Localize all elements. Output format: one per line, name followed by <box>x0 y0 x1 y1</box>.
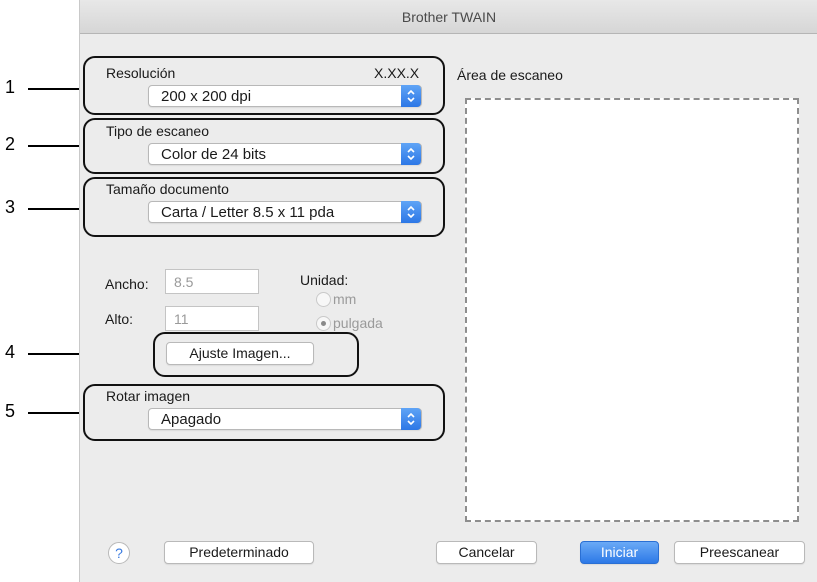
chevron-updown-icon <box>401 408 421 430</box>
scan-area-label: Área de escaneo <box>457 67 563 83</box>
rotate-value: Apagado <box>161 411 222 428</box>
chevron-updown-icon <box>401 201 421 223</box>
height-field[interactable] <box>165 306 259 331</box>
callout-line-5 <box>28 412 83 414</box>
height-label: Alto: <box>105 311 134 327</box>
resolution-label: Resolución <box>106 65 176 81</box>
title-bar: Brother TWAIN <box>80 0 817 34</box>
rotate-label: Rotar imagen <box>106 388 191 404</box>
width-label: Ancho: <box>105 276 149 292</box>
rotate-select[interactable]: Apagado <box>148 408 422 430</box>
callout-line-1 <box>28 88 83 90</box>
unit-mm-radio[interactable] <box>316 292 331 307</box>
help-button[interactable]: ? <box>108 542 130 564</box>
unit-label: Unidad: <box>300 272 349 288</box>
image-adjust-button[interactable]: Ajuste Imagen... <box>166 342 314 365</box>
callout-line-3 <box>28 208 83 210</box>
callout-line-2 <box>28 145 83 147</box>
twain-window: Brother TWAIN Resolución X.XX.X 200 x 20… <box>79 0 817 582</box>
unit-inch-label: pulgada <box>333 315 383 331</box>
callout-3: 3 <box>4 197 15 217</box>
unit-inch-radio[interactable] <box>316 316 331 331</box>
window-title: Brother TWAIN <box>401 9 497 25</box>
cancel-button[interactable]: Cancelar <box>436 541 537 564</box>
callout-1: 1 <box>4 77 15 97</box>
version-label: X.XX.X <box>374 65 420 81</box>
callout-4: 4 <box>4 342 15 362</box>
callout-2: 2 <box>4 134 15 154</box>
doc-size-label: Tamaño documento <box>106 181 229 197</box>
chevron-updown-icon <box>401 143 421 165</box>
default-button[interactable]: Predeterminado <box>164 541 314 564</box>
doc-size-select[interactable]: Carta / Letter 8.5 x 11 pda <box>148 201 422 223</box>
scan-area-preview[interactable] <box>465 98 799 522</box>
unit-mm-label: mm <box>333 291 357 307</box>
scan-type-select[interactable]: Color de 24 bits <box>148 143 422 165</box>
width-input[interactable] <box>166 270 258 293</box>
chevron-updown-icon <box>401 85 421 107</box>
scan-type-label: Tipo de escaneo <box>106 123 209 139</box>
start-button[interactable]: Iniciar <box>580 541 659 564</box>
prescan-button[interactable]: Preescanear <box>674 541 805 564</box>
width-field[interactable] <box>165 269 259 294</box>
callout-5: 5 <box>4 401 15 421</box>
doc-size-value: Carta / Letter 8.5 x 11 pda <box>161 204 335 221</box>
scan-type-value: Color de 24 bits <box>161 146 267 163</box>
resolution-select[interactable]: 200 x 200 dpi <box>148 85 422 107</box>
resolution-value: 200 x 200 dpi <box>161 88 252 105</box>
height-input[interactable] <box>166 307 258 330</box>
radio-selected-dot <box>321 321 326 326</box>
